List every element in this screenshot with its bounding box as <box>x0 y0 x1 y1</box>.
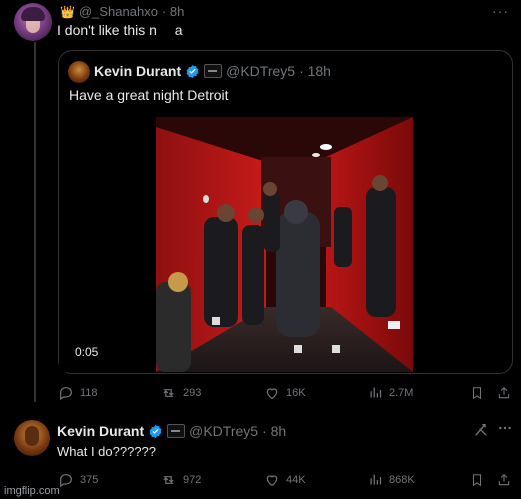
retweet-icon <box>163 389 174 397</box>
bookmark-button[interactable] <box>470 472 484 488</box>
quoted-tweet-text: Have a great night Detroit <box>69 87 229 103</box>
views-count: 2.7M <box>389 386 414 399</box>
share-button[interactable] <box>497 385 511 401</box>
retweet-button[interactable]: 293 <box>160 385 201 401</box>
like-button[interactable]: 16K <box>264 385 306 401</box>
views-button[interactable]: 868K <box>368 472 415 487</box>
views-count: 868K <box>389 473 415 486</box>
views-icon <box>370 387 382 398</box>
video-duration-label: 0:05 <box>75 345 99 359</box>
like-count: 16K <box>286 387 306 399</box>
views-button[interactable]: 2.7M <box>368 385 413 400</box>
author-handle[interactable]: @_Shanahxo <box>79 4 158 19</box>
bookmark-icon <box>472 474 482 487</box>
tweet-time[interactable]: · 8h <box>162 4 184 19</box>
reply-button[interactable]: 118 <box>58 385 98 401</box>
views-icon <box>370 474 382 485</box>
share-button[interactable] <box>497 472 511 488</box>
more-options-icon[interactable]: ··· <box>492 3 509 19</box>
retweet-count: 293 <box>183 387 202 399</box>
video-left-letterbox <box>59 117 156 372</box>
affiliation-badge-icon <box>167 424 186 438</box>
affiliation-badge-icon <box>204 64 223 78</box>
tweet-time[interactable]: · 8h <box>262 423 286 439</box>
quoted-author-name[interactable]: Kevin Durant <box>94 63 181 79</box>
like-icon <box>266 475 278 487</box>
like-count: 44K <box>286 474 306 486</box>
author-name[interactable]: Kevin Durant <box>57 423 144 439</box>
retweet-button[interactable]: 972 <box>160 472 201 488</box>
avatar-kevin-durant-small[interactable] <box>68 61 90 83</box>
verified-badge-icon <box>186 64 199 78</box>
video-thumbnail <box>156 117 413 372</box>
like-button[interactable]: 44K <box>264 472 306 488</box>
thread-line <box>34 42 36 402</box>
retweet-count: 972 <box>183 474 202 486</box>
quoted-author-handle[interactable]: @KDTrey5 <box>226 63 295 79</box>
share-icon <box>498 474 510 486</box>
more-options-icon[interactable] <box>497 420 513 439</box>
crown-emoji: 👑 <box>60 4 75 19</box>
quoted-tweet-time[interactable]: · 18h <box>299 63 331 79</box>
grok-icon[interactable] <box>473 422 489 443</box>
reply-icon <box>60 474 72 488</box>
bookmark-icon <box>472 387 482 400</box>
reply-button[interactable]: 375 <box>58 472 98 488</box>
imgflip-watermark: imgflip.com <box>4 485 60 497</box>
reply-icon <box>60 387 72 401</box>
reply-text-tail: a <box>174 22 183 38</box>
reply-text: I don't like this n <box>57 22 157 38</box>
bookmark-button[interactable] <box>470 385 484 401</box>
verified-badge-icon <box>149 424 162 438</box>
retweet-icon <box>163 476 174 484</box>
like-icon <box>266 388 278 400</box>
video-player[interactable]: 0:05 <box>156 117 413 372</box>
reply-count: 375 <box>80 474 99 486</box>
avatar-kevin-durant[interactable] <box>14 420 50 456</box>
tweet-text: What I do?????? <box>57 444 157 459</box>
author-handle[interactable]: @KDTrey5 <box>189 423 258 439</box>
share-icon <box>498 387 510 399</box>
avatar-shanahxo[interactable] <box>14 3 52 41</box>
reply-count: 118 <box>80 387 98 399</box>
